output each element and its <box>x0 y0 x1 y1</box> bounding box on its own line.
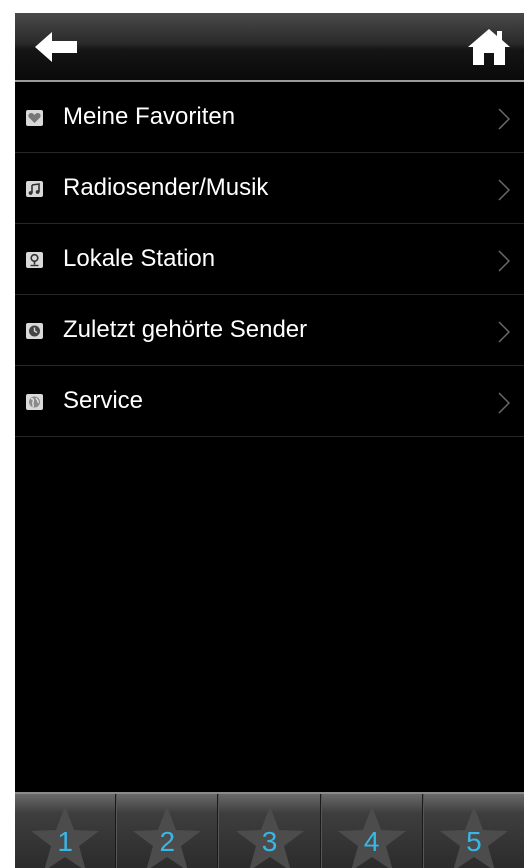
preset-button-2[interactable]: 2 <box>116 794 219 868</box>
menu-item-favorites[interactable]: Meine Favoriten <box>15 82 524 153</box>
back-button[interactable] <box>35 29 85 65</box>
menu-item-label: Radiosender/Musik <box>63 174 269 201</box>
preset-button-5[interactable]: 5 <box>422 794 524 868</box>
home-icon <box>468 29 510 65</box>
menu-item-label: Service <box>63 387 144 414</box>
menu-list: Meine Favoriten Radiosender/Musik Lokale… <box>15 82 524 437</box>
menu-item-label: Lokale Station <box>63 245 216 272</box>
chevron-right-icon <box>498 321 510 343</box>
chevron-right-icon <box>498 250 510 272</box>
preset-number: 3 <box>261 826 278 857</box>
music-note-icon <box>26 181 43 197</box>
preset-number: 4 <box>363 826 380 857</box>
menu-item-recent-stations[interactable]: Zuletzt gehörte Sender <box>15 295 524 366</box>
preset-button-3[interactable]: 3 <box>218 794 321 868</box>
preset-number: 1 <box>57 826 73 857</box>
menu-item-stations-music[interactable]: Radiosender/Musik <box>15 153 524 224</box>
menu-item-label: Zuletzt gehörte Sender <box>63 316 308 343</box>
clock-icon <box>26 323 43 339</box>
back-arrow-icon <box>35 32 77 62</box>
chevron-right-icon <box>498 108 510 130</box>
globe-icon <box>26 394 43 410</box>
chevron-right-icon <box>498 179 510 201</box>
menu-item-label: Meine Favoriten <box>63 103 236 130</box>
menu-item-service[interactable]: Service <box>15 366 524 437</box>
preset-button-4[interactable]: 4 <box>320 794 423 868</box>
chevron-right-icon <box>498 392 510 414</box>
heart-icon <box>26 110 43 126</box>
preset-number: 5 <box>466 826 482 857</box>
top-bar <box>15 13 524 80</box>
preset-number: 2 <box>159 826 176 857</box>
location-pin-icon <box>26 252 43 268</box>
preset-button-1[interactable]: 1 <box>15 794 117 868</box>
home-button[interactable] <box>466 27 512 67</box>
preset-bar: 1 2 3 4 5 <box>15 792 524 868</box>
menu-item-local-station[interactable]: Lokale Station <box>15 224 524 295</box>
app-screen: Meine Favoriten Radiosender/Musik Lokale… <box>15 13 524 868</box>
